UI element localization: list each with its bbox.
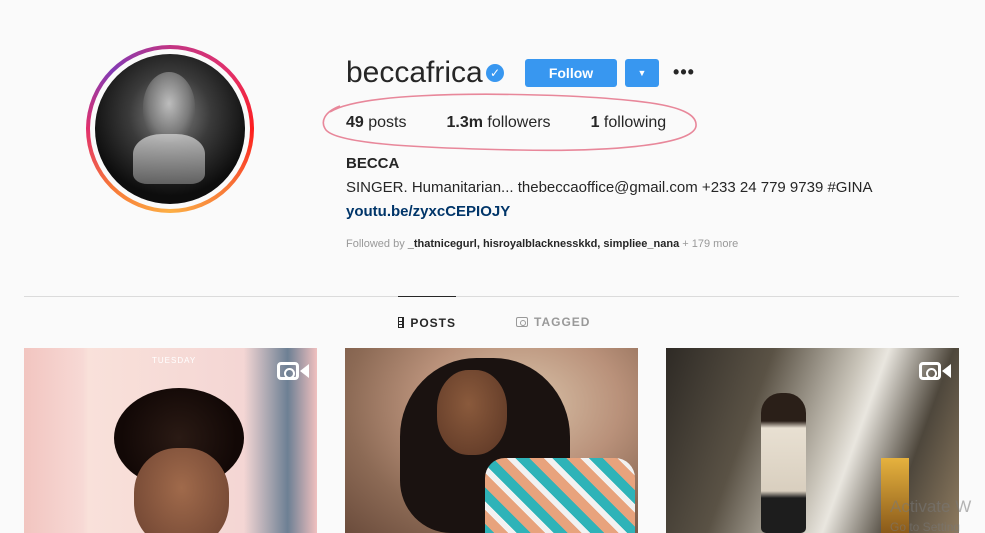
profile-website-link[interactable]: youtu.be/zyxcCEPIOJY <box>346 203 510 220</box>
following-stat[interactable]: 1 following <box>591 114 667 132</box>
followed-by[interactable]: Followed by _thatnicegurl, hisroyalblack… <box>346 238 738 250</box>
verified-badge-icon: ✓ <box>486 64 504 82</box>
grid-icon <box>398 317 405 328</box>
followed-by-more: + 179 more <box>679 238 739 250</box>
tab-posts-label: POSTS <box>410 315 456 330</box>
post-image-face <box>134 448 229 533</box>
follow-button[interactable]: Follow <box>525 59 617 87</box>
tab-tagged[interactable]: TAGGED <box>516 296 590 348</box>
avatar-hands <box>133 134 205 184</box>
post-image-person <box>761 393 806 533</box>
triangle-down-icon: ▼ <box>637 68 647 78</box>
post-image-dress <box>485 458 635 533</box>
following-label: following <box>603 114 667 131</box>
profile-full-name: BECCA <box>346 155 400 172</box>
posts-label: posts <box>368 114 407 131</box>
tab-tagged-label: TAGGED <box>534 315 591 329</box>
followed-by-prefix: Followed by <box>346 238 408 250</box>
suggestions-dropdown-button[interactable]: ▼ <box>625 59 659 87</box>
activation-watermark-sub: Go to Setting <box>890 520 961 533</box>
followed-by-names: _thatnicegurl, hisroyalblacknesskkd, sim… <box>407 238 680 250</box>
avatar-face <box>143 72 195 142</box>
profile-username: beccafrica <box>346 56 483 89</box>
profile-avatar[interactable] <box>86 45 254 213</box>
tag-icon <box>516 317 528 327</box>
followers-stat[interactable]: 1.3m followers <box>447 114 551 132</box>
video-camera-icon <box>277 360 309 382</box>
post-image-face <box>437 370 507 455</box>
video-camera-icon <box>919 360 951 382</box>
avatar-frame <box>90 49 250 209</box>
profile-stats: 49 posts 1.3m followers 1 following <box>346 114 706 132</box>
followers-count: 1.3m <box>446 114 483 131</box>
posts-count: 49 <box>346 114 364 131</box>
tab-posts[interactable]: POSTS <box>398 296 456 348</box>
activation-watermark: Activate W <box>890 497 972 516</box>
post-caption-overlay: TUESDAY <box>152 356 197 365</box>
post-thumbnail[interactable] <box>345 348 638 533</box>
profile-bio: SINGER. Humanitarian... thebeccaoffice@g… <box>346 179 873 196</box>
followers-label: followers <box>487 114 551 131</box>
avatar-photo <box>95 54 245 204</box>
tabs-divider <box>24 296 959 297</box>
post-thumbnail[interactable]: TUESDAY <box>24 348 317 533</box>
posts-stat: 49 posts <box>346 114 407 132</box>
following-count: 1 <box>590 114 600 131</box>
more-options-button[interactable]: ••• <box>672 62 696 82</box>
